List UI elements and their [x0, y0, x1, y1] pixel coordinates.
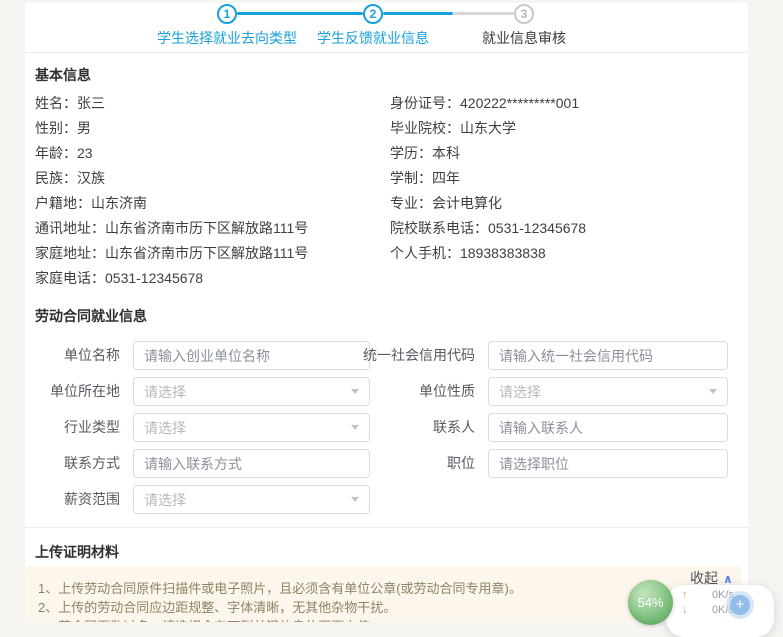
- step-connector-1-2: [237, 12, 363, 15]
- contract-form-title: 劳动合同就业信息: [35, 306, 147, 326]
- progress-value: 54%: [637, 595, 663, 610]
- info-age: 年龄：23: [35, 141, 308, 166]
- step-connector-2-3-wait: [453, 12, 514, 15]
- select-placeholder: 请选择: [144, 490, 186, 510]
- add-button[interactable]: +: [730, 595, 750, 615]
- info-mailing-address: 通讯地址：山东省济南市历下区解放路111号: [35, 216, 308, 241]
- credit-code-input[interactable]: [488, 341, 728, 370]
- step-3-circle: 3: [514, 4, 534, 24]
- upload-speed-row: ↑ 0K/s: [682, 587, 734, 602]
- contact-person-label: 联系人: [355, 413, 475, 442]
- divider: [25, 527, 748, 528]
- industry-type-select[interactable]: 请选择: [133, 413, 370, 442]
- contact-method-input[interactable]: [133, 449, 370, 478]
- info-school-phone: 院校联系电话：0531-12345678: [390, 216, 586, 241]
- download-overlay: 收起 ∧ ↑ 0K/s ↓ 0K/s 54% +: [620, 565, 783, 622]
- info-home-address: 家庭地址：山东省济南市历下区解放路111号: [35, 241, 308, 266]
- upload-section-title: 上传证明材料: [35, 542, 119, 562]
- contact-method-label: 联系方式: [25, 449, 120, 478]
- unit-location-select[interactable]: 请选择: [133, 377, 370, 406]
- unit-location-label: 单位所在地: [25, 377, 120, 406]
- info-name: 姓名：张三: [35, 91, 308, 116]
- basic-info-title: 基本信息: [35, 65, 91, 85]
- info-program-length: 学制：四年: [390, 166, 586, 191]
- info-id-number: 身份证号：420222*********001: [390, 91, 586, 116]
- step-2-label: 学生反馈就业信息: [293, 28, 453, 48]
- unit-name-input[interactable]: [133, 341, 370, 370]
- credit-code-label: 统一社会信用代码: [355, 341, 475, 370]
- position-label: 职位: [355, 449, 475, 478]
- step-3-label: 就业信息审核: [444, 28, 604, 48]
- select-placeholder: 请选择: [144, 418, 186, 438]
- arrow-up-icon: ↑: [682, 589, 688, 601]
- info-household-registration: 户籍地：山东济南: [35, 191, 308, 216]
- chevron-up-icon: ∧: [723, 572, 733, 586]
- caret-down-icon: [709, 389, 717, 394]
- divider: [25, 52, 748, 53]
- step-connector-2-3-done: [383, 12, 453, 15]
- unit-nature-select[interactable]: 请选择: [488, 377, 728, 406]
- select-placeholder: 请选择: [499, 382, 541, 402]
- step-2-circle: 2: [363, 4, 383, 24]
- speed-rows: ↑ 0K/s ↓ 0K/s: [682, 587, 734, 617]
- collapse-label: 收起: [690, 570, 718, 586]
- content-card: 1 2 3 学生选择就业去向类型 学生反馈就业信息 就业信息审核 基本信息 姓名…: [25, 3, 748, 622]
- position-input[interactable]: [488, 449, 728, 478]
- info-graduating-school: 毕业院校：山东大学: [390, 116, 586, 141]
- info-gender: 性别：男: [35, 116, 308, 141]
- arrow-down-icon: ↓: [682, 604, 688, 616]
- unit-nature-label: 单位性质: [355, 377, 475, 406]
- info-major: 专业：会计电算化: [390, 191, 586, 216]
- info-education-level: 学历：本科: [390, 141, 586, 166]
- basic-info-left-column: 姓名：张三 性别：男 年龄：23 民族：汉族 户籍地：山东济南 通讯地址：山东省…: [35, 91, 308, 291]
- info-ethnicity: 民族：汉族: [35, 166, 308, 191]
- salary-range-label: 薪资范围: [25, 485, 120, 514]
- info-personal-mobile: 个人手机：18938383838: [390, 241, 586, 266]
- collapse-button[interactable]: 收起 ∧: [690, 568, 733, 588]
- info-home-phone: 家庭电话：0531-12345678: [35, 266, 308, 291]
- progress-ball[interactable]: 54%: [628, 580, 673, 625]
- unit-name-label: 单位名称: [25, 341, 120, 370]
- salary-range-select[interactable]: 请选择: [133, 485, 370, 514]
- contact-person-input[interactable]: [488, 413, 728, 442]
- download-speed-row: ↓ 0K/s: [682, 602, 734, 617]
- industry-type-label: 行业类型: [25, 413, 120, 442]
- caret-down-icon: [351, 497, 359, 502]
- basic-info-right-column: 身份证号：420222*********001 毕业院校：山东大学 学历：本科 …: [390, 91, 586, 266]
- step-1-circle: 1: [217, 4, 237, 24]
- select-placeholder: 请选择: [144, 382, 186, 402]
- step-1-label: 学生选择就业去向类型: [147, 28, 307, 48]
